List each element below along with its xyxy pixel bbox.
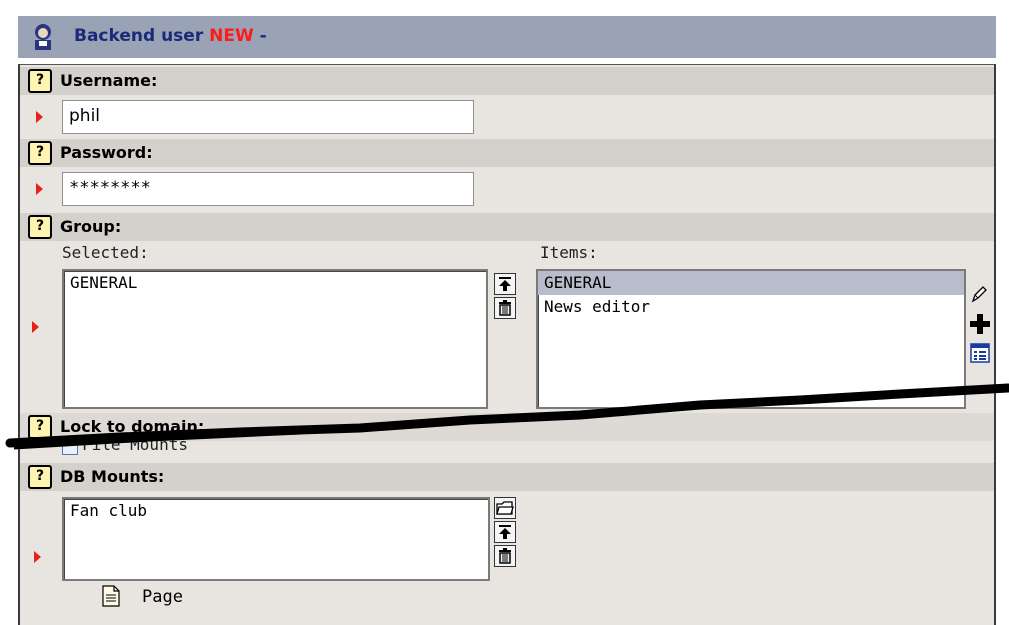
scribble-line: [5, 383, 1009, 450]
